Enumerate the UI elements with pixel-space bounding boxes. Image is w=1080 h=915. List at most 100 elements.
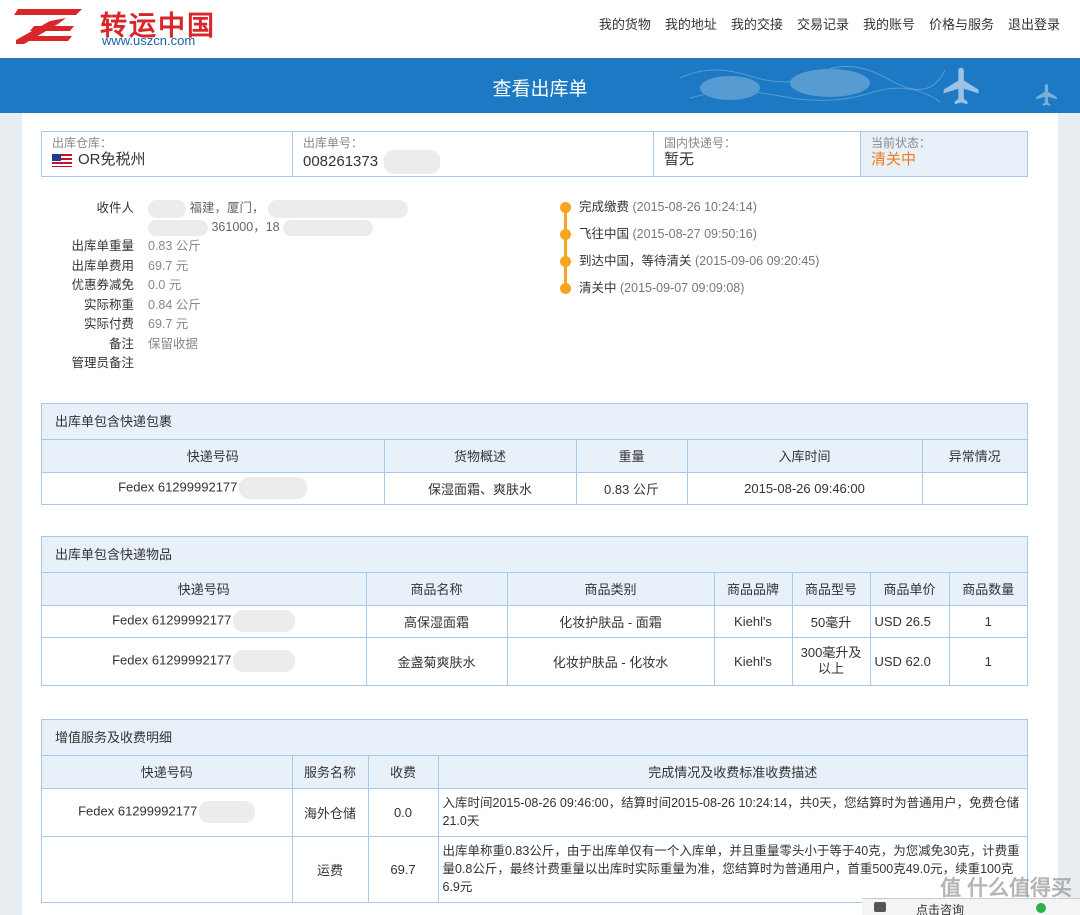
table-cell	[42, 835, 293, 902]
tracking-number: Fedex 61299992177	[112, 652, 232, 668]
main-content: 出库仓库： OR免税州 出库单号： 008261373 国内快递号： 暂无 当前…	[22, 113, 1058, 915]
detail-label: 优惠券减免	[71, 278, 134, 292]
services-title: 增值服务及收费明细	[42, 720, 1027, 756]
nav-my-address[interactable]: 我的地址	[665, 14, 717, 33]
nav-logout[interactable]: 退出登录	[1008, 14, 1060, 33]
tracking-number: Fedex 61299992177	[78, 803, 198, 819]
table-row: Fedex 61299992177 高保湿面霜 化妆护肤品 - 面霜 Kiehl…	[42, 604, 1027, 637]
order-info-box: 出库仓库： OR免税州 出库单号： 008261373 国内快递号： 暂无 当前…	[41, 131, 1028, 177]
timeline-item: 飞往中国 (2015-08-27 09:50:16)	[560, 223, 819, 250]
tracking-cell: Fedex 61299992177	[42, 636, 367, 685]
column-header: 快递号码	[42, 756, 293, 789]
detail-row: 实际付费 69.7 元	[62, 315, 408, 335]
recipient-line1: 福建，厦门，	[189, 201, 265, 215]
nav-my-account[interactable]: 我的账号	[863, 14, 915, 33]
column-header: 重量	[576, 440, 688, 473]
redacted-blur	[384, 150, 441, 174]
timeline-label: 到达中国，等待清关	[579, 254, 692, 268]
services-table: 快递号码 服务名称 收费 完成情况及收费标准收费描述 Fedex 6129999…	[42, 756, 1027, 902]
table-cell: 1	[949, 604, 1027, 637]
nav-my-goods[interactable]: 我的货物	[599, 14, 651, 33]
table-cell: 化妆护肤品 - 面霜	[507, 604, 715, 637]
table-cell: 运费	[292, 835, 369, 902]
timeline-time: (2015-09-06 09:20:45)	[695, 254, 820, 268]
detail-row: 实际称重 0.84 公斤	[62, 296, 408, 316]
column-header: 入库时间	[687, 440, 923, 473]
detail-value: 69.7 元	[148, 317, 189, 331]
consult-bar[interactable]: 点击咨询	[862, 898, 1080, 915]
nav-transactions[interactable]: 交易记录	[797, 14, 849, 33]
detail-row: 出库单费用 69.7 元	[62, 257, 408, 277]
column-header: 商品品牌	[714, 573, 793, 606]
table-cell: 2015-08-26 09:46:00	[687, 471, 923, 504]
column-header: 货物概述	[384, 440, 577, 473]
column-header: 商品类别	[507, 573, 715, 606]
detail-row: 优惠券减免 0.0 元	[62, 276, 408, 296]
table-cell: 保湿面霜、爽肤水	[384, 471, 577, 504]
column-header: 商品型号	[792, 573, 871, 606]
packages-title: 出库单包含快递包裹	[42, 404, 1027, 440]
detail-row: 管理员备注	[62, 354, 408, 374]
order-details: 收件人 福建，厦门， 361000，18 出库单重量 0.83 公斤 出库单费用 6…	[62, 199, 408, 374]
column-header: 完成情况及收费标准收费描述	[438, 756, 1027, 789]
warehouse-value: OR免税州	[78, 151, 146, 168]
table-cell: USD 62.0	[870, 636, 950, 685]
timeline-label: 完成缴费	[579, 200, 630, 214]
tracking-number: Fedex 61299992177	[112, 612, 232, 628]
timeline-dot-icon	[560, 229, 571, 240]
column-header: 快递号码	[42, 573, 367, 606]
services-panel: 增值服务及收费明细 快递号码 服务名称 收费 完成情况及收费标准收费描述 Fed…	[41, 719, 1028, 903]
page-title: 查看出库单	[492, 79, 588, 100]
table-row: 运费 69.7 出库单称重0.83公斤，由于出库单仅有一个入库单，并且重量零头小…	[42, 835, 1027, 902]
timeline-label: 清关中	[579, 281, 617, 295]
chat-icon	[874, 902, 886, 912]
timeline-item: 清关中 (2015-09-07 09:09:08)	[560, 277, 819, 304]
tracking-number: Fedex 61299992177	[118, 479, 238, 495]
redacted-blur	[239, 477, 308, 500]
recipient-line2: 361000，18	[211, 220, 280, 234]
consult-button[interactable]: 点击咨询	[916, 901, 964, 915]
table-cell: 金盏菊爽肤水	[366, 636, 508, 685]
column-header: 快递号码	[42, 440, 385, 473]
table-row: Fedex 61299992177 金盏菊爽肤水 化妆护肤品 - 化妆水 Kie…	[42, 636, 1027, 685]
domestic-tracking-label: 国内快递号：	[664, 136, 737, 150]
detail-label: 出库单费用	[71, 258, 134, 273]
table-row: Fedex 61299992177 保湿面霜、爽肤水 0.83 公斤 2015-…	[42, 471, 1027, 504]
column-header: 服务名称	[292, 756, 369, 789]
nav-pricing[interactable]: 价格与服务	[929, 14, 994, 33]
recipient-row: 收件人 福建，厦门， 361000，18	[62, 199, 408, 237]
table-cell: Kiehl's	[714, 636, 793, 685]
logo-url: www.uszcn.com	[102, 33, 196, 48]
table-cell: 海外仓储	[292, 787, 369, 836]
detail-value: 69.7 元	[148, 258, 189, 273]
status-label: 当前状态：	[871, 136, 932, 150]
warehouse-label: 出库仓库：	[52, 136, 113, 150]
top-header: 转运中国 www.uszcn.com 我的货物 我的地址 我的交接 交易记录 我…	[0, 0, 1080, 58]
redacted-blur	[199, 801, 256, 823]
nav-my-handover[interactable]: 我的交接	[731, 14, 783, 33]
table-cell: USD 26.5	[870, 604, 950, 637]
detail-value: 0.0 元	[148, 278, 182, 292]
detail-row: 备注 保留收据	[62, 335, 408, 355]
detail-row: 出库单重量 0.83 公斤	[62, 237, 408, 257]
detail-value: 保留收据	[148, 336, 199, 351]
table-cell: Kiehl's	[714, 604, 793, 637]
table-cell: 0.0	[368, 787, 439, 836]
page-banner: 查看出库单	[0, 58, 1080, 113]
timeline-item: 完成缴费 (2015-08-26 10:24:14)	[560, 196, 819, 223]
timeline-dot-icon	[560, 283, 571, 294]
redacted-blur	[148, 219, 208, 236]
column-header: 商品单价	[870, 573, 950, 606]
timeline-item: 到达中国，等待清关 (2015-09-06 09:20:45)	[560, 250, 819, 277]
table-cell: 1	[949, 636, 1027, 685]
order-number-value: 008261373	[303, 153, 379, 170]
column-header: 商品名称	[366, 573, 508, 606]
domestic-tracking-value: 暂无	[664, 151, 695, 168]
table-cell: 0.83 公斤	[576, 471, 688, 504]
us-flag-icon	[52, 153, 72, 167]
redacted-blur	[283, 219, 374, 236]
site-logo[interactable]: 转运中国 www.uszcn.com	[14, 4, 224, 52]
tracking-cell: Fedex 61299992177	[42, 471, 385, 504]
order-number-label: 出库单号：	[303, 136, 364, 150]
airplane-icon	[943, 67, 979, 105]
